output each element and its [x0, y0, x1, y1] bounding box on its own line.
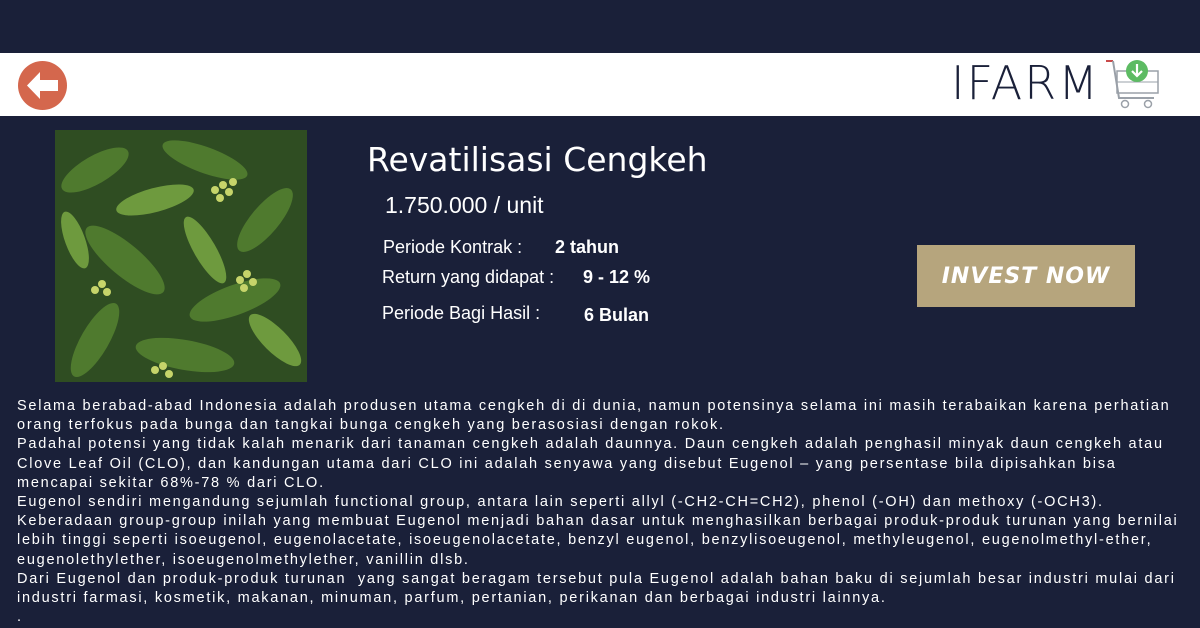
cart-download-icon[interactable]: [1104, 58, 1162, 112]
description-paragraph: .: [17, 609, 23, 626]
description-paragraph: Dari Eugenol dan produk-produk turunan y…: [17, 570, 1182, 607]
back-arrow-icon: [27, 72, 58, 99]
clove-plant-photo: [55, 130, 307, 382]
back-button[interactable]: [18, 61, 67, 110]
product-description: Selama berabad-abad Indonesia adalah pro…: [17, 397, 1187, 627]
invest-now-button[interactable]: INVEST NOW: [917, 245, 1135, 307]
return-value: 9 - 12 %: [583, 267, 651, 287]
ifarm-logo: IFARM: [951, 56, 1100, 110]
description-paragraph: Padahal potensi yang tidak kalah menarik…: [17, 436, 1170, 491]
profit-sharing-period-value: 6 Bulan: [584, 305, 650, 325]
contract-period-label: Periode Kontrak :: [383, 237, 523, 257]
top-bar: IFARM: [0, 53, 1200, 116]
return-label: Return yang didapat :: [382, 267, 555, 287]
product-price: 1.750.000 / unit: [385, 192, 544, 218]
product-title: Revatilisasi Cengkeh: [367, 140, 708, 179]
description-paragraph: Selama berabad-abad Indonesia adalah pro…: [17, 398, 1177, 434]
description-paragraph: Eugenol sendiri mengandung sejumlah func…: [17, 494, 1185, 568]
profit-sharing-period-label: Periode Bagi Hasil :: [382, 303, 541, 323]
contract-period-value: 2 tahun: [555, 237, 620, 257]
